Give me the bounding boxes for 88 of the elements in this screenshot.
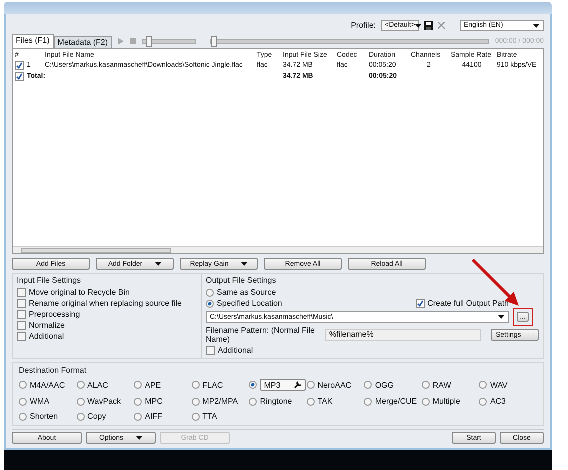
- option-label: TAK: [318, 397, 333, 406]
- option-label: RAW: [432, 380, 452, 390]
- option-label: Multiple: [432, 397, 460, 406]
- radio-button[interactable]: [19, 412, 27, 420]
- radio-button[interactable]: [249, 398, 258, 406]
- radio-button[interactable]: [19, 381, 27, 389]
- check-icon: [416, 300, 424, 307]
- option-label: ALAC: [88, 380, 108, 390]
- profile-label: Profile:: [351, 21, 376, 30]
- option-label: Shorten: [30, 412, 58, 421]
- caret-icon: [136, 436, 143, 440]
- radio-button[interactable]: [206, 300, 214, 308]
- option-label: Move original to Recycle Bin: [29, 288, 130, 297]
- option-label: Create full Output Path: [428, 299, 509, 308]
- option-label: WAV: [490, 380, 508, 390]
- checkbox[interactable]: [17, 299, 26, 308]
- radio-button[interactable]: [422, 398, 430, 406]
- radio-button[interactable]: [364, 398, 372, 406]
- play-icon: [118, 38, 124, 44]
- option-label: NeroAAC: [318, 380, 352, 390]
- option-label: AIFF: [145, 412, 162, 421]
- option-label: Additional: [218, 346, 254, 355]
- option-label: OGG: [375, 380, 394, 390]
- radio-button[interactable]: [192, 381, 200, 389]
- tab[interactable]: Files (F1): [12, 34, 54, 48]
- caret-icon: [240, 262, 248, 266]
- option-label: FLAC: [202, 380, 224, 390]
- radio-button[interactable]: [249, 381, 258, 389]
- save-icon: [424, 21, 433, 30]
- checkbox[interactable]: [17, 332, 26, 341]
- radio-button[interactable]: [134, 412, 142, 420]
- caret-icon: [415, 24, 422, 28]
- pattern-field[interactable]: %filename%: [325, 329, 481, 341]
- checkbox[interactable]: [17, 288, 26, 297]
- section-title: Output File Settings: [206, 276, 278, 285]
- radio-button[interactable]: [422, 381, 430, 389]
- radio-button[interactable]: [192, 412, 200, 420]
- option-label: Ringtone: [260, 397, 292, 406]
- radio-button[interactable]: [364, 381, 372, 389]
- stop-icon: [130, 38, 136, 44]
- option-label: MPC: [145, 397, 163, 406]
- radio-button[interactable]: [19, 398, 27, 406]
- radio-button[interactable]: [479, 398, 488, 406]
- section-title: Input File Settings: [17, 276, 82, 285]
- radio-button[interactable]: [206, 288, 214, 296]
- option-label: Same as Source: [217, 288, 276, 297]
- checkbox[interactable]: [17, 310, 26, 319]
- option-label: Merge/CUE: [375, 397, 418, 406]
- option-label: Additional: [29, 332, 64, 341]
- radio-button[interactable]: [479, 381, 488, 389]
- option-label: TTA: [202, 412, 218, 421]
- option-label: MP2/MPA: [202, 397, 238, 406]
- tab[interactable]: Metadata (F2): [54, 36, 112, 48]
- field-label: Filename Pattern: (Normal File Name): [206, 326, 316, 344]
- option-label: Specified Location: [217, 299, 282, 308]
- close-icon: [438, 22, 445, 29]
- section-title: Destination Format: [19, 366, 88, 375]
- slider-thumb[interactable]: [211, 36, 218, 46]
- radio-button[interactable]: [134, 381, 142, 389]
- option-label: Preprocessing: [29, 310, 80, 319]
- horizontal-scrollbar[interactable]: [13, 246, 543, 253]
- option-label: Normalize: [29, 321, 66, 330]
- option-label: WavPack: [88, 397, 122, 406]
- radio-button[interactable]: [134, 398, 142, 406]
- checkbox[interactable]: [15, 72, 24, 81]
- caret-icon: [154, 262, 162, 266]
- scroll-thumb[interactable]: [21, 248, 171, 253]
- caret-icon: [498, 315, 505, 319]
- radio-button[interactable]: [306, 398, 315, 406]
- checkbox[interactable]: [17, 321, 26, 330]
- slider-thumb[interactable]: [146, 36, 152, 46]
- radio-button[interactable]: [76, 398, 85, 406]
- caret-icon: [533, 24, 540, 28]
- option-label: Copy: [88, 412, 106, 421]
- radio-button[interactable]: [306, 381, 315, 389]
- radio-button[interactable]: [76, 412, 85, 420]
- radio-button[interactable]: [76, 381, 85, 389]
- highlight-frame: [513, 308, 533, 326]
- option-label: Rename original when replacing source file: [29, 299, 182, 308]
- checkbox[interactable]: [416, 299, 425, 308]
- checkbox[interactable]: [15, 61, 24, 70]
- radio-button[interactable]: [192, 398, 200, 406]
- option-label: AC3: [490, 397, 506, 406]
- format-option-button[interactable]: MP3: [260, 379, 306, 391]
- checkbox[interactable]: [206, 346, 215, 355]
- option-label: APE: [145, 380, 162, 390]
- option-label: WMA: [30, 397, 50, 406]
- option-label: M4A/AAC: [30, 380, 66, 390]
